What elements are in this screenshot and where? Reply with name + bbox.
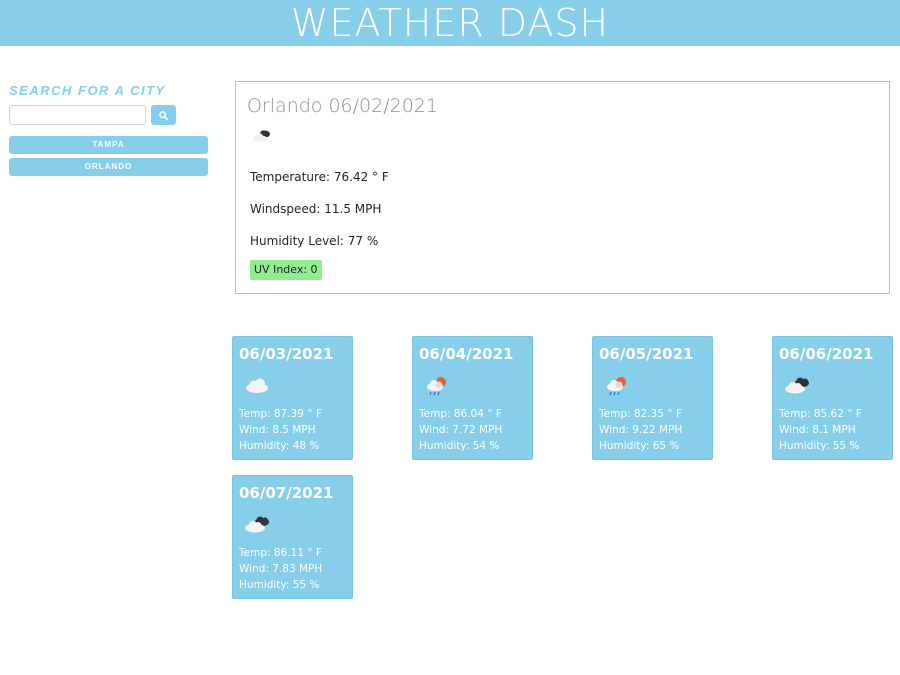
current-temperature: Temperature: 76.42 ° F — [250, 170, 389, 184]
forecast-temp: Temp: 82.35 ° F — [599, 408, 682, 420]
forecast-humidity: Humidity: 55 % — [239, 579, 320, 591]
search-sidebar: SEARCH FOR A CITY TAMPA ORLANDO — [9, 82, 209, 176]
current-humidity: Humidity Level: 77 % — [250, 234, 379, 248]
current-city-heading: Orlando 06/02/2021 — [247, 95, 438, 117]
forecast-date: 06/05/2021 — [599, 345, 694, 363]
forecast-card: 06/06/2021 Temp: 85.62 ° F Wind: 8.1 MPH… — [772, 336, 893, 460]
forecast-wind: Wind: 7.83 MPH — [239, 563, 323, 575]
rain-sun-icon — [423, 375, 451, 403]
forecast-date: 06/06/2021 — [779, 345, 874, 363]
broken-clouds-icon — [243, 514, 273, 540]
forecast-humidity: Humidity: 48 % — [239, 440, 320, 452]
forecast-card: 06/04/2021 Temp: 86.04 ° F Wind: 7.72 MP… — [412, 336, 533, 460]
forecast-temp: Temp: 86.11 ° F — [239, 547, 322, 559]
broken-clouds-icon — [783, 375, 813, 401]
forecast-temp: Temp: 86.04 ° F — [419, 408, 502, 420]
history-button-orlando[interactable]: ORLANDO — [9, 158, 208, 176]
app-header: WEATHER DASH — [0, 0, 900, 46]
forecast-date: 06/03/2021 — [239, 345, 334, 363]
city-search-input[interactable] — [9, 105, 146, 125]
forecast-humidity: Humidity: 65 % — [599, 440, 680, 452]
forecast-card: 06/07/2021 Temp: 86.11 ° F Wind: 7.83 MP… — [232, 475, 353, 599]
search-row — [9, 105, 209, 125]
search-icon — [159, 110, 168, 120]
forecast-temp: Temp: 85.62 ° F — [779, 408, 862, 420]
current-weather-panel: Orlando 06/02/2021 Temperature: 76.42 ° … — [235, 81, 890, 294]
forecast-humidity: Humidity: 55 % — [779, 440, 860, 452]
cloudy-icon — [251, 128, 275, 148]
search-button[interactable] — [151, 105, 176, 125]
cloud-icon — [243, 375, 271, 399]
forecast-temp: Temp: 87.39 ° F — [239, 408, 322, 420]
uv-index-badge: UV Index: 0 — [250, 260, 322, 280]
forecast-humidity: Humidity: 54 % — [419, 440, 500, 452]
forecast-date: 06/04/2021 — [419, 345, 514, 363]
current-windspeed: Windspeed: 11.5 MPH — [250, 202, 382, 216]
forecast-card: 06/05/2021 Temp: 82.35 ° F Wind: 9.22 MP… — [592, 336, 713, 460]
rain-sun-icon — [603, 375, 631, 403]
app-title: WEATHER DASH — [290, 1, 610, 45]
forecast-wind: Wind: 7.72 MPH — [419, 424, 503, 436]
search-title: SEARCH FOR A CITY — [9, 83, 166, 98]
forecast-wind: Wind: 9.22 MPH — [599, 424, 683, 436]
forecast-wind: Wind: 8.1 MPH — [779, 424, 856, 436]
forecast-date: 06/07/2021 — [239, 484, 334, 502]
forecast-wind: Wind: 8.5 MPH — [239, 424, 316, 436]
forecast-card: 06/03/2021 Temp: 87.39 ° F Wind: 8.5 MPH… — [232, 336, 353, 460]
history-button-tampa[interactable]: TAMPA — [9, 136, 208, 154]
